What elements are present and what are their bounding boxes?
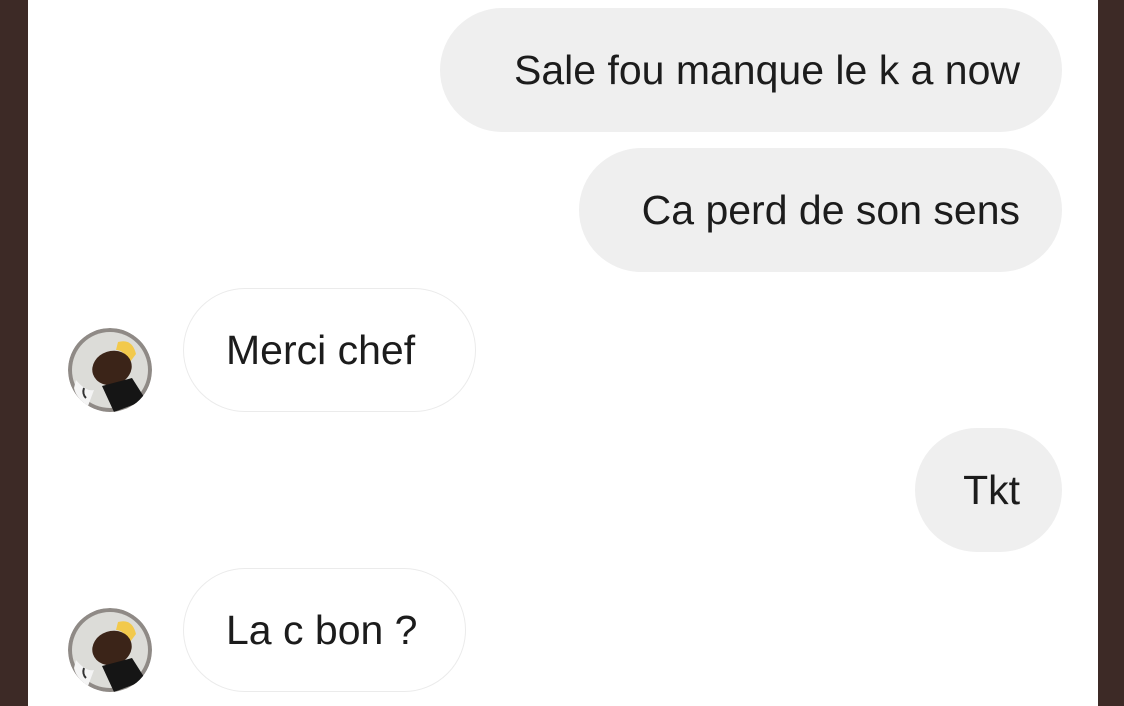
sent-message-bubble[interactable]: Tkt [915,428,1062,552]
message-text: Tkt [963,466,1020,513]
received-message-bubble[interactable]: Merci chef [183,288,476,412]
chat-thread: Sale fou manque le k a now Ca perd de so… [28,0,1098,706]
message-text: La c bon ? [226,606,418,653]
avatar-image [68,608,152,692]
message-text: Sale fou manque le k a now [514,46,1020,93]
contact-avatar[interactable] [68,328,152,412]
message-text: Ca perd de son sens [641,186,1020,233]
sent-message-bubble[interactable]: Ca perd de son sens [579,148,1062,272]
sent-message-bubble[interactable]: Sale fou manque le k a now [440,8,1062,132]
received-message-bubble[interactable]: La c bon ? [183,568,466,692]
contact-avatar[interactable] [68,608,152,692]
message-text: Merci chef [226,326,416,373]
avatar-image [68,328,152,412]
